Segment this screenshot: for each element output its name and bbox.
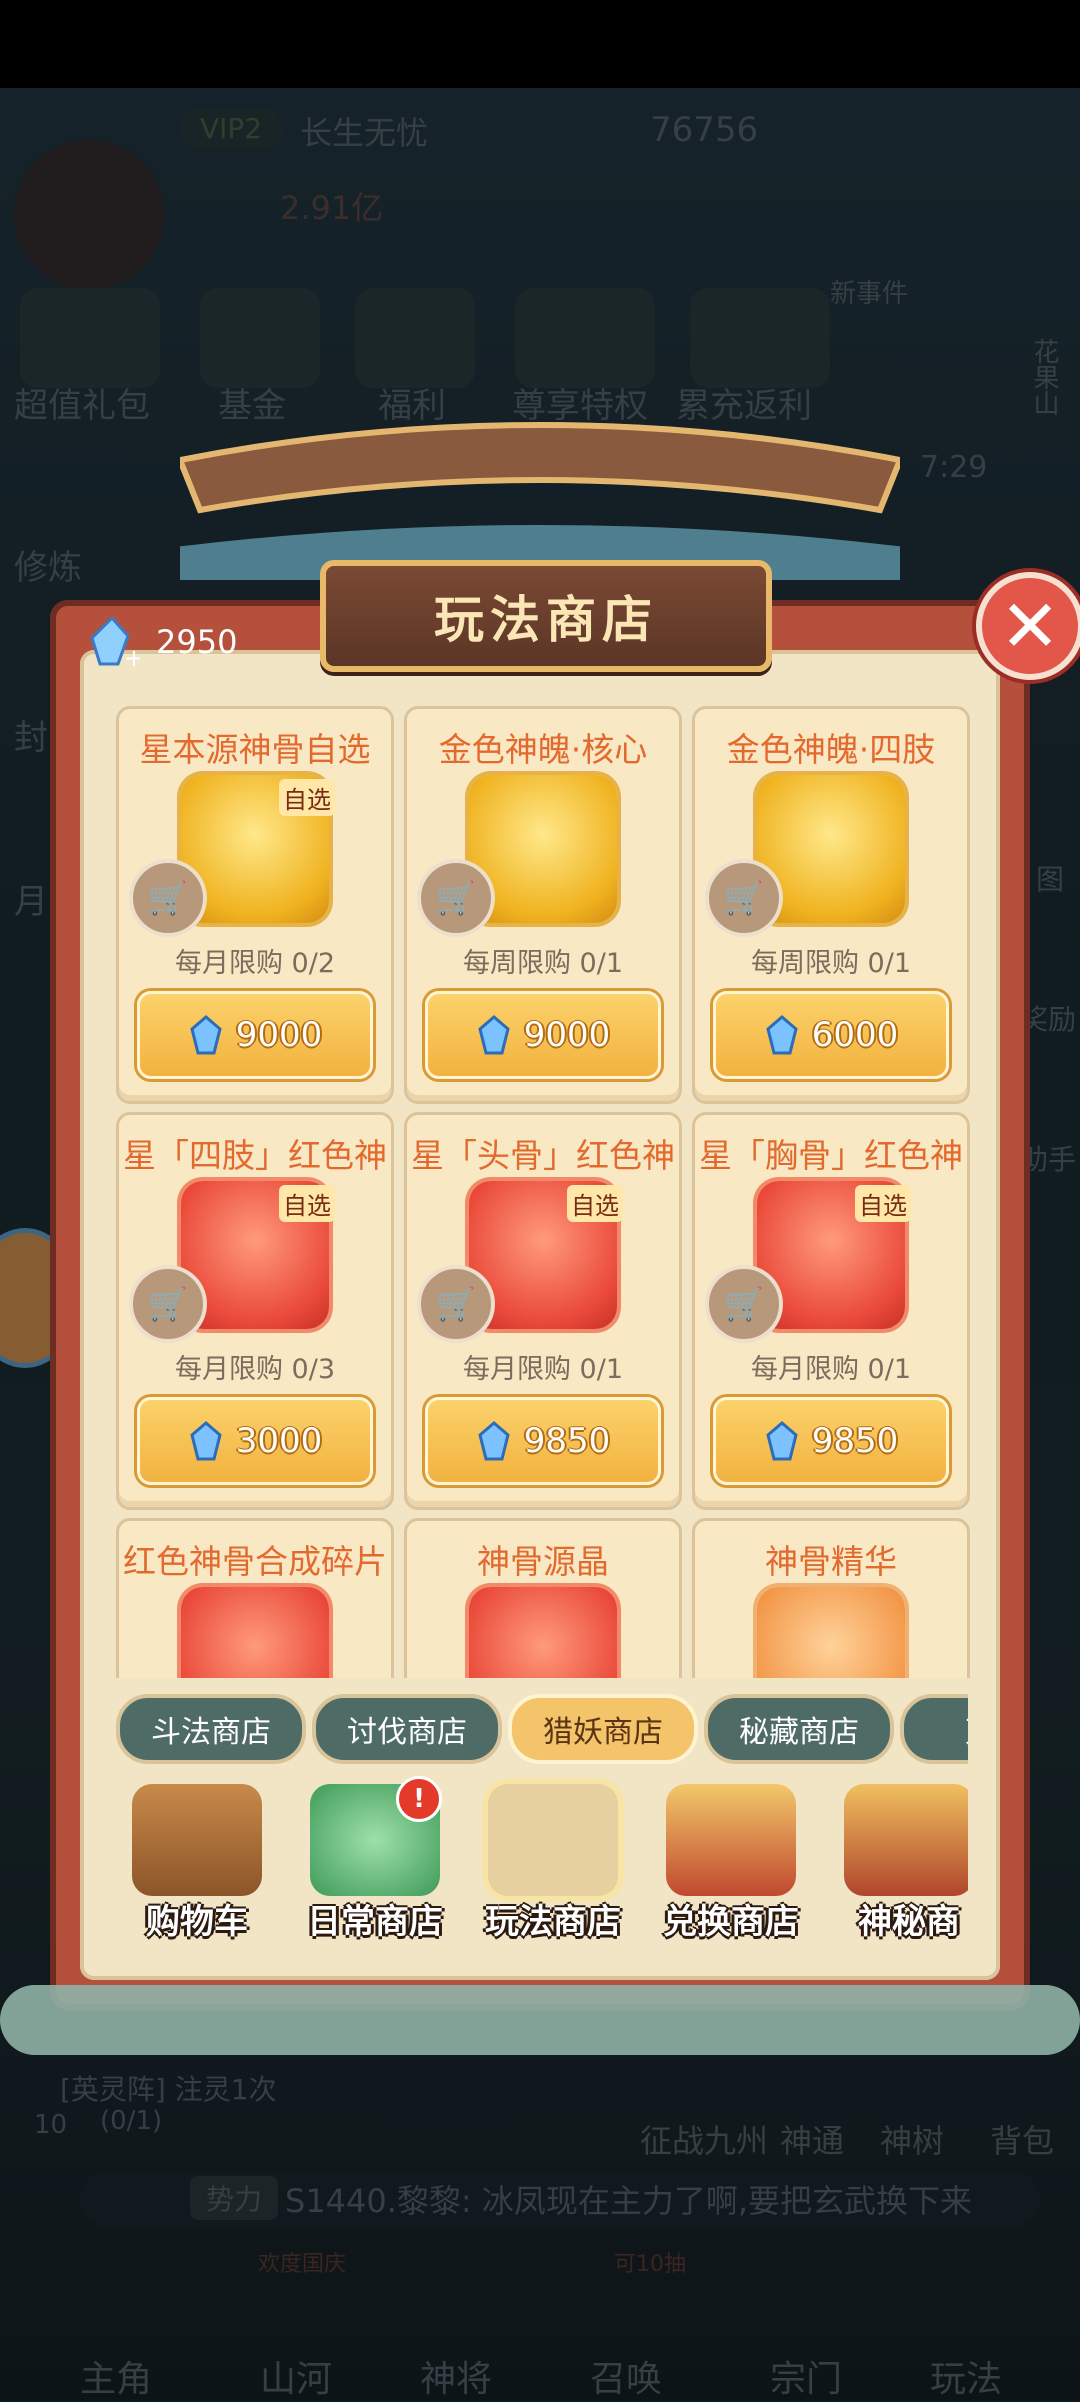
currency-display: + 2950: [84, 612, 237, 672]
cart-icon: 🛒: [417, 859, 495, 937]
cart-icon: 🛒: [417, 1265, 495, 1343]
cart-icon: 🛒: [129, 1265, 207, 1343]
shop-selector[interactable]: 购物车 ! 日常商店 玩法商店 兑换商店 神秘商: [112, 1770, 968, 1950]
buy-button[interactable]: 3000: [137, 1397, 373, 1485]
shop-exchange[interactable]: 兑换商店: [646, 1770, 816, 1950]
shop-item-card[interactable]: 星「胸骨」红色神 自选 🛒 每月限购 0/1 9850: [692, 1112, 970, 1510]
item-title: 红色神骨合成碎片: [123, 1542, 387, 1581]
item-price: 9850: [811, 1421, 899, 1461]
currency-amount: 2950: [156, 623, 238, 661]
source-crystal-icon: [469, 1587, 617, 1678]
bone-essence-icon: [757, 1587, 905, 1678]
cart-icon: 🛒: [129, 859, 207, 937]
shopping-cart-icon: [132, 1784, 262, 1896]
pavilion-icon: [666, 1784, 796, 1896]
buy-button[interactable]: 9000: [137, 991, 373, 1079]
shop-label: 购物车: [146, 1902, 248, 1942]
item-title: 金色神魄·四肢: [726, 730, 936, 769]
item-title: 星「胸骨」红色神: [699, 1136, 963, 1175]
cart-icon: 🛒: [705, 859, 783, 937]
item-price: 9000: [235, 1015, 323, 1055]
shop-label: 兑换商店: [663, 1902, 799, 1942]
tab-crusade-shop[interactable]: 讨伐商店: [312, 1694, 502, 1764]
purchase-limit: 每周限购 0/1: [750, 948, 912, 979]
shop-gameplay[interactable]: 玩法商店: [468, 1770, 638, 1950]
crystal-icon: [478, 1015, 510, 1055]
shop-title: 玩法商店: [434, 590, 658, 649]
shop-item-card[interactable]: 神骨源晶: [404, 1518, 682, 1678]
crystal-icon: [478, 1421, 510, 1461]
shop-item-card[interactable]: 金色神魄·核心 🛒 每周限购 0/1 9000: [404, 706, 682, 1104]
shop-daily[interactable]: ! 日常商店: [290, 1770, 460, 1950]
status-bar: [0, 0, 1080, 88]
tab-secret-shop[interactable]: 秘藏商店: [704, 1694, 894, 1764]
svg-text:+: +: [124, 644, 140, 670]
crystal-icon: [766, 1015, 798, 1055]
cart-icon: 🛒: [705, 1265, 783, 1343]
purchase-limit: 每月限购 0/2: [174, 948, 336, 979]
purchase-limit: 每周限购 0/1: [462, 948, 624, 979]
shop-item-card[interactable]: 神骨精华: [692, 1518, 970, 1678]
shop-label: 神秘商: [858, 1902, 960, 1942]
bone-fragment-icon: [181, 1587, 329, 1678]
optional-tag: 自选: [279, 1185, 335, 1222]
buy-button[interactable]: 9000: [425, 991, 661, 1079]
crystal-icon: [190, 1015, 222, 1055]
item-title: 神骨精华: [765, 1542, 897, 1581]
tab-demon-hunt-shop[interactable]: 猎妖商店: [508, 1694, 698, 1764]
purchase-limit: 每月限购 0/3: [174, 1354, 336, 1385]
cloud-base-decoration: [0, 1985, 1080, 2055]
optional-tag: 自选: [567, 1185, 623, 1222]
close-icon[interactable]: ✕: [976, 572, 1080, 680]
shop-item-card[interactable]: 星「四肢」红色神 自选 🛒 每月限购 0/3 3000: [116, 1112, 394, 1510]
buy-button[interactable]: 9850: [425, 1397, 661, 1485]
item-title: 星「头骨」红色神: [411, 1136, 675, 1175]
shop-mystery[interactable]: 神秘商: [824, 1770, 968, 1950]
item-price: 6000: [811, 1015, 899, 1055]
shop-item-card[interactable]: 星本源神骨自选 自选 🛒 每月限购 0/2 9000: [116, 706, 394, 1104]
item-price: 9000: [523, 1015, 611, 1055]
optional-tag: 自选: [279, 779, 335, 816]
optional-tag: 自选: [855, 1185, 911, 1222]
notification-badge: !: [396, 1776, 442, 1822]
purchase-limit: 每月限购 0/1: [462, 1354, 624, 1385]
buy-button[interactable]: 6000: [713, 991, 949, 1079]
crystal-icon: +: [90, 615, 140, 670]
shop-cart[interactable]: 购物车: [112, 1770, 282, 1950]
item-price: 3000: [235, 1421, 323, 1461]
character-portrait-icon: [488, 1784, 618, 1896]
item-title: 星本源神骨自选: [139, 730, 371, 769]
tab-wanxian-shop[interactable]: 万仙: [900, 1694, 968, 1764]
tab-duel-shop[interactable]: 斗法商店: [116, 1694, 306, 1764]
crystal-icon: [190, 1421, 222, 1461]
crystal-icon: [766, 1421, 798, 1461]
item-title: 星「四肢」红色神: [123, 1136, 387, 1175]
shop-item-card[interactable]: 金色神魄·四肢 🛒 每周限购 0/1 6000: [692, 706, 970, 1104]
roof-decoration: [180, 422, 900, 580]
shop-item-card[interactable]: 红色神骨合成碎片: [116, 1518, 394, 1678]
treasure-shop-icon: [844, 1784, 968, 1896]
sub-shop-tabs[interactable]: 斗法商店 讨伐商店 猎妖商店 秘藏商店 万仙: [112, 1688, 968, 1766]
item-price: 9850: [523, 1421, 611, 1461]
shop-title-plate: 玩法商店: [320, 560, 772, 672]
shop-item-card[interactable]: 星「头骨」红色神 自选 🛒 每月限购 0/1 9850: [404, 1112, 682, 1510]
shop-item-grid[interactable]: 星本源神骨自选 自选 🛒 每月限购 0/2 9000 金色神魄·核心 🛒 每周限…: [110, 700, 970, 1678]
shop-label: 玩法商店: [485, 1902, 621, 1942]
item-title: 神骨源晶: [477, 1542, 609, 1581]
buy-button[interactable]: 9850: [713, 1397, 949, 1485]
shop-label: 日常商店: [307, 1902, 443, 1942]
item-title: 金色神魄·核心: [438, 730, 648, 769]
purchase-limit: 每月限购 0/1: [750, 1354, 912, 1385]
